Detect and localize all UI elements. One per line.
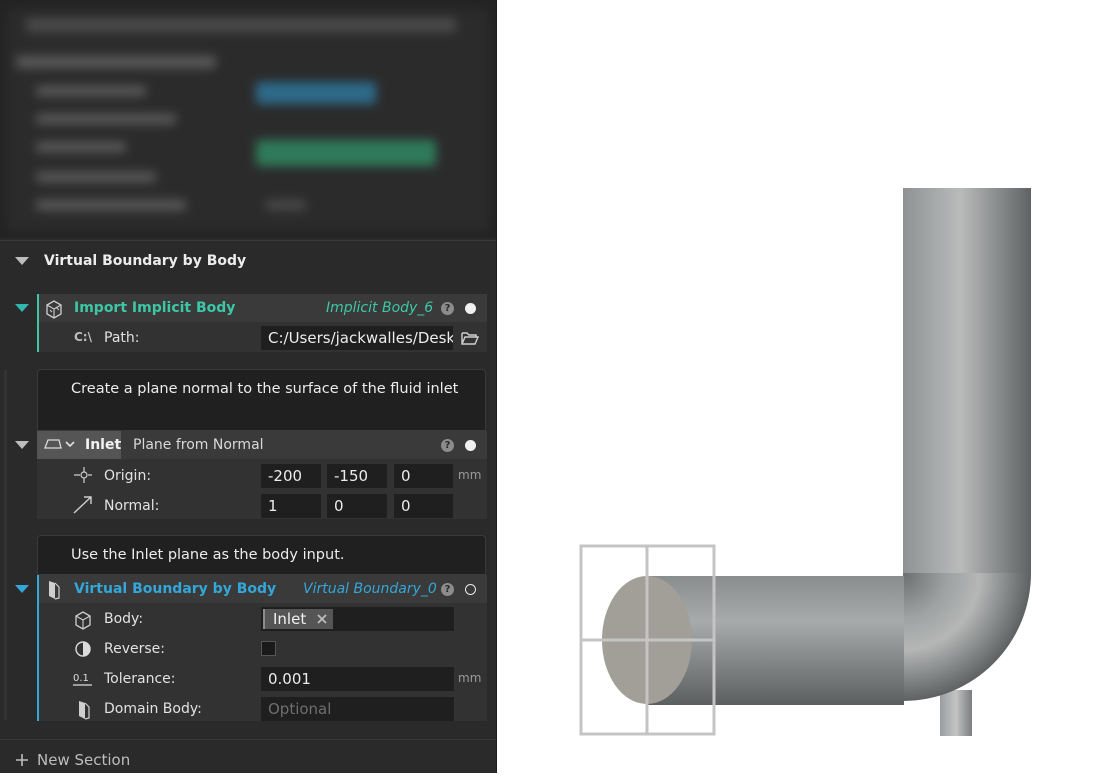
blurred-previous-section: [0, 0, 496, 238]
help-icon[interactable]: ?: [441, 302, 454, 315]
scrollbar-track[interactable]: [4, 370, 7, 720]
chevron-down-icon[interactable]: [65, 441, 75, 449]
remove-icon[interactable]: [317, 614, 327, 624]
origin-point-icon: [72, 466, 94, 484]
output-name[interactable]: Implicit Body_6: [326, 300, 433, 316]
operation-title: Virtual Boundary by Body: [74, 581, 276, 597]
body-chip-label: Inlet: [273, 610, 306, 628]
tolerance-label: Tolerance:: [104, 671, 175, 687]
inlet-plane-gizmo[interactable]: [581, 546, 714, 734]
plane-icon: [44, 437, 62, 451]
normal-x-input[interactable]: 1: [261, 494, 321, 518]
plane-from-normal-operation: Inlet Plane from Normal ? Origin: -200 -…: [37, 431, 487, 519]
tolerance-icon: 0.1: [72, 670, 94, 688]
operation-title: Import Implicit Body: [74, 300, 235, 316]
normal-y-input[interactable]: 0: [327, 494, 387, 518]
folder-icon[interactable]: [461, 330, 479, 346]
normal-vector-icon: [72, 495, 94, 515]
operation-title: Plane from Normal: [133, 437, 264, 453]
visibility-toggle[interactable]: [465, 440, 476, 451]
help-icon[interactable]: ?: [441, 439, 454, 452]
tolerance-input[interactable]: 0.001: [261, 667, 454, 691]
visibility-toggle[interactable]: [465, 584, 476, 595]
tolerance-unit: mm: [458, 671, 481, 685]
origin-unit: mm: [458, 468, 481, 482]
virtual-boundary-operation: Virtual Boundary by Body Virtual Boundar…: [37, 575, 487, 721]
import-implicit-body-operation: Import Implicit Body Implicit Body_6 ? C…: [37, 294, 487, 352]
pipe-model: [497, 0, 1095, 773]
divider: [0, 739, 496, 740]
collapse-triangle-icon[interactable]: [15, 441, 29, 449]
body-chip[interactable]: Inlet: [263, 609, 333, 629]
svg-text:0.1: 0.1: [73, 673, 89, 684]
new-section-button[interactable]: New Section: [12, 749, 142, 771]
normal-z-input[interactable]: 0: [394, 494, 453, 518]
reverse-label: Reverse:: [104, 641, 165, 657]
origin-z-input[interactable]: 0: [394, 464, 453, 488]
note-plane[interactable]: Create a plane normal to the surface of …: [37, 369, 486, 431]
help-icon[interactable]: ?: [441, 583, 454, 596]
body-icon: [72, 609, 94, 631]
collapse-triangle-icon[interactable]: [15, 257, 29, 265]
collapse-triangle-icon[interactable]: [15, 585, 29, 593]
name-tag[interactable]: Inlet: [37, 431, 121, 459]
section-title: Virtual Boundary by Body: [44, 253, 246, 269]
outlet-stub: [940, 690, 972, 736]
domain-body-label: Domain Body:: [104, 701, 202, 717]
reverse-icon: [74, 640, 92, 658]
path-label: Path:: [104, 330, 139, 346]
plus-icon: [15, 753, 29, 767]
body-label: Body:: [104, 611, 143, 627]
reverse-checkbox[interactable]: [261, 641, 276, 656]
origin-x-input[interactable]: -200: [261, 464, 321, 488]
origin-y-input[interactable]: -150: [327, 464, 387, 488]
new-section-label: New Section: [37, 751, 130, 769]
domain-body-input[interactable]: Optional: [261, 697, 454, 721]
elbow: [903, 573, 1031, 701]
operations-panel: Virtual Boundary by Body Import Implicit…: [0, 0, 497, 773]
domain-body-icon: [73, 699, 93, 721]
visibility-toggle[interactable]: [465, 303, 476, 314]
collapse-triangle-icon[interactable]: [15, 304, 29, 312]
origin-label: Origin:: [104, 468, 151, 484]
note-body-input[interactable]: Use the Inlet plane as the body input.: [37, 535, 486, 575]
path-prefix-icon: C:\: [74, 330, 92, 344]
name-tag-label: Inlet: [85, 437, 121, 453]
section-header[interactable]: Virtual Boundary by Body: [0, 240, 496, 283]
body-input[interactable]: Inlet: [261, 607, 454, 631]
3d-viewport[interactable]: [497, 0, 1095, 773]
path-input[interactable]: C:/Users/jackwalles/Desk: [261, 326, 453, 350]
implicit-body-icon: [43, 298, 65, 320]
virtual-boundary-icon: [43, 579, 63, 601]
output-name[interactable]: Virtual Boundary_0: [303, 581, 437, 597]
vertical-pipe: [903, 188, 1031, 573]
normal-label: Normal:: [104, 498, 159, 514]
